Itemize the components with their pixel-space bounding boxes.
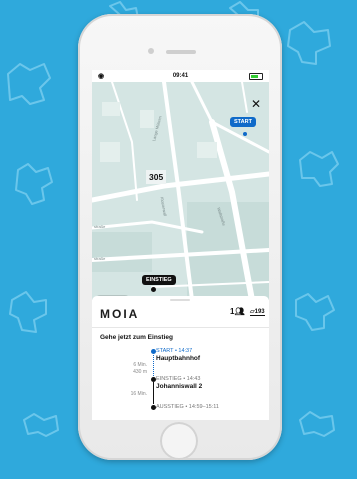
ride-duration: 16 Min. <box>130 391 147 397</box>
vehicle-id: ▱193 <box>250 309 265 316</box>
start-step-label: START • 14:37 <box>156 348 193 354</box>
vehicle-number-badge[interactable]: 305 <box>146 170 167 184</box>
start-location-dot <box>243 132 247 136</box>
start-step-place: Hauptbahnhof <box>156 355 201 362</box>
ausstieg-step-label: AUSSTIEG • 14:59–15:11 <box>156 404 219 410</box>
seats-indicator: 1👥︎ <box>230 307 245 316</box>
status-time: 09:41 <box>172 73 189 79</box>
pickup-location-dot <box>151 287 156 292</box>
brand-logo: MOIA <box>100 307 140 321</box>
close-button[interactable]: ✕ <box>251 98 261 110</box>
divider <box>92 327 269 328</box>
drag-handle[interactable] <box>170 299 190 301</box>
street-label: straße <box>94 224 106 229</box>
street-label: straße <box>94 256 106 261</box>
map-roads <box>92 82 269 300</box>
einstieg-step-place: Johanniswall 2 <box>156 383 203 390</box>
instruction-text: Gehe jetzt zum Einstieg <box>100 334 173 341</box>
phone-frame: ◉ 09:41 Lange Mühren Klosterwall Wallstr… <box>78 14 282 460</box>
speaker-grille <box>166 50 196 54</box>
home-button[interactable] <box>160 422 198 460</box>
trip-sheet[interactable]: MOIA 1👥︎ ▱193 Gehe jetzt zum Einstieg ST… <box>92 296 269 420</box>
einstieg-pin[interactable]: EINSTIEG <box>142 275 176 285</box>
map-view[interactable]: Lange Mühren Klosterwall Wallstraße stra… <box>92 82 269 306</box>
walk-segment <box>153 355 155 376</box>
einstieg-step-label: EINSTIEG • 14:43 <box>156 376 201 382</box>
status-bar: ◉ 09:41 <box>92 70 269 82</box>
ride-segment <box>153 382 154 404</box>
battery-icon <box>249 73 263 80</box>
start-pin[interactable]: START <box>230 117 256 127</box>
app-screen: ◉ 09:41 Lange Mühren Klosterwall Wallstr… <box>92 70 269 420</box>
walk-duration: 6 Min. 430 m <box>133 362 147 375</box>
camera-dot <box>148 48 154 54</box>
passengers-icon: 👥︎ <box>234 307 245 316</box>
